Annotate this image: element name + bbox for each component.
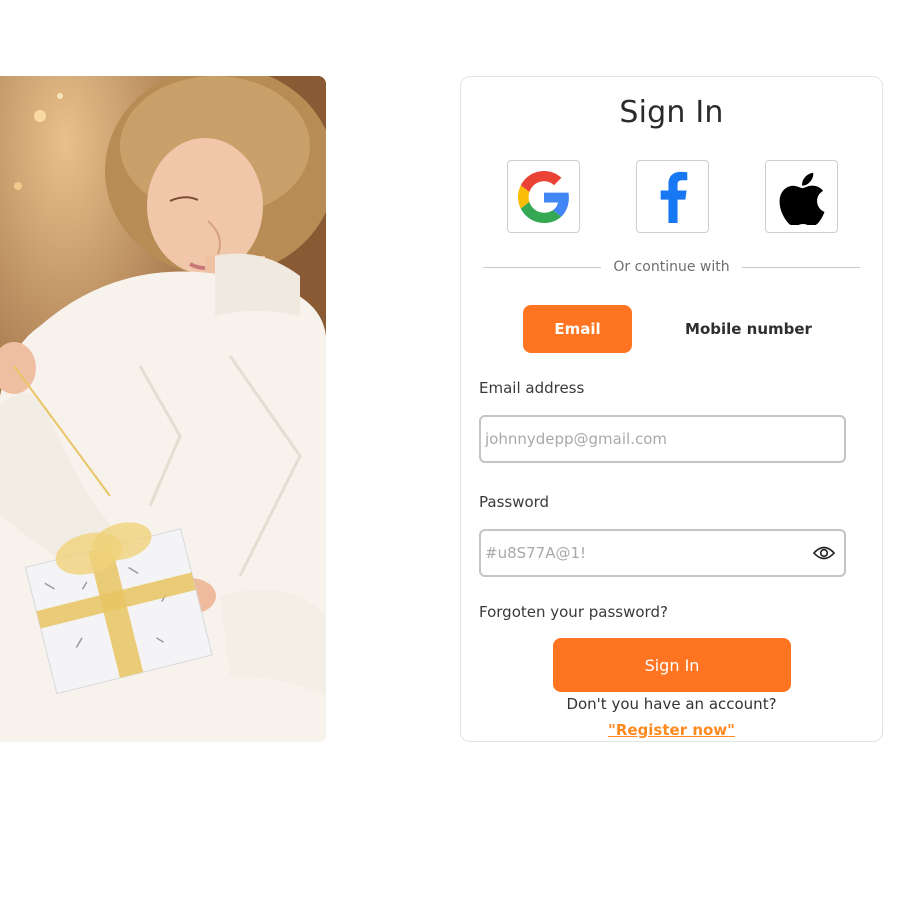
page-title: Sign In [619,95,724,130]
forgot-password-link[interactable]: Forgoten your password? [479,603,668,621]
woman-with-gift-image [0,76,326,742]
password-field[interactable] [481,531,804,575]
facebook-signin-button[interactable] [636,160,709,233]
email-field-container [479,415,846,463]
google-icon [517,170,569,223]
email-field[interactable] [481,417,844,461]
signin-card: Sign In Or continue with Email Mobile nu… [460,76,883,742]
email-label: Email address [479,379,585,397]
divider: Or continue with [483,257,861,277]
register-link[interactable]: "Register now" [461,721,882,739]
signin-page: Sign In Or continue with Email Mobile nu… [0,0,900,900]
no-account-text: Don't you have an account? [566,695,777,713]
divider-line-left [483,266,602,268]
apple-icon [779,172,824,225]
hero-photo [0,76,326,742]
apple-signin-button[interactable] [765,160,838,233]
tab-mobile-number[interactable]: Mobile number [671,305,826,353]
facebook-icon [660,171,687,223]
divider-line-right [741,266,861,268]
password-field-container [479,529,846,577]
signin-button[interactable]: Sign In [553,638,791,692]
tab-email[interactable]: Email [523,305,632,353]
show-password-button[interactable] [804,531,844,575]
divider-text: Or continue with [613,259,730,275]
eye-icon [813,546,835,560]
google-signin-button[interactable] [507,160,580,233]
password-label: Password [479,493,550,511]
